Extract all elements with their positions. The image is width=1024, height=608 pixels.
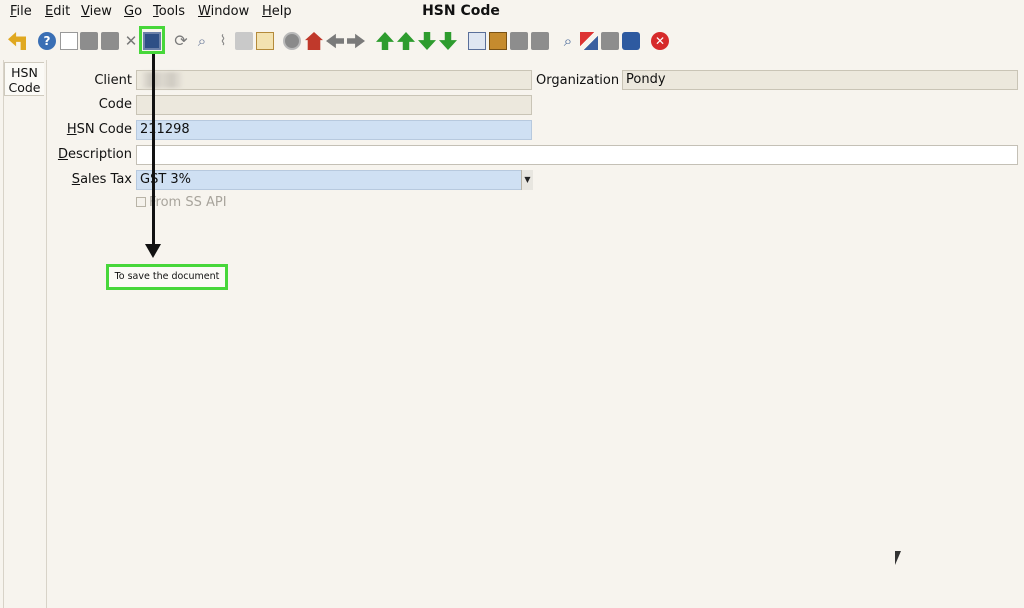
forward-icon[interactable]	[347, 33, 365, 49]
hsn-code-field[interactable]: 211298	[136, 120, 532, 140]
archive-icon[interactable]	[489, 32, 507, 50]
window-title: HSN Code	[422, 3, 500, 19]
print-preview-icon[interactable]	[510, 32, 528, 50]
mouse-cursor-icon	[895, 551, 905, 565]
back-icon[interactable]	[326, 33, 344, 49]
find-icon[interactable]: ⌕	[193, 32, 211, 50]
first-record-icon[interactable]	[376, 32, 394, 50]
hsn-code-label: HSN Code	[66, 122, 132, 137]
previous-record-icon[interactable]	[397, 32, 415, 50]
client-value-redacted	[142, 72, 182, 88]
help-icon[interactable]: ?	[38, 32, 56, 50]
organization-field[interactable]: Pondy	[622, 70, 1018, 90]
last-record-icon[interactable]	[439, 32, 457, 50]
chat-icon[interactable]	[235, 32, 253, 50]
annotation-arrow-line	[152, 54, 155, 246]
new-icon[interactable]	[60, 32, 78, 50]
annotation-tooltip: To save the document	[106, 264, 228, 290]
organization-label: Organization	[536, 73, 620, 88]
history-icon[interactable]	[283, 32, 301, 50]
undo-icon[interactable]	[8, 32, 26, 50]
description-field[interactable]	[136, 145, 1018, 165]
client-label: Client	[94, 73, 132, 88]
home-icon[interactable]	[305, 32, 323, 50]
next-record-icon[interactable]	[418, 32, 436, 50]
requests-icon[interactable]	[601, 32, 619, 50]
menu-bar: File Edit View Go Tools Window Help HSN …	[0, 0, 1024, 24]
product-info-icon[interactable]	[622, 32, 640, 50]
sales-tax-label: Sales Tax	[71, 172, 132, 187]
tab-panel: HSN Code	[0, 60, 47, 608]
description-label: Description	[57, 147, 132, 162]
grid-toggle-icon[interactable]	[256, 32, 274, 50]
zoom-across-icon[interactable]: ⌕	[559, 32, 577, 50]
annotation-arrow-head	[145, 244, 161, 258]
attachment-icon[interactable]: ⌇	[214, 32, 232, 50]
report-icon[interactable]	[468, 32, 486, 50]
code-field[interactable]	[136, 95, 532, 115]
from-ss-api-checkbox[interactable]	[136, 197, 146, 207]
active-workflows-icon[interactable]	[580, 32, 598, 50]
client-field[interactable]	[136, 70, 532, 90]
chevron-down-icon[interactable]: ▼	[521, 170, 533, 190]
save-button-highlight	[139, 26, 165, 54]
tab-hsn-code[interactable]: HSN Code	[4, 62, 44, 96]
delete-selection-icon[interactable]: ✕	[122, 32, 140, 50]
print-icon[interactable]	[531, 32, 549, 50]
exit-icon[interactable]: ✕	[651, 32, 669, 50]
delete-icon[interactable]	[101, 32, 119, 50]
from-ss-api-label: From SS API	[149, 195, 227, 210]
sales-tax-select[interactable]: GST 3%	[136, 170, 532, 190]
code-label: Code	[98, 97, 132, 112]
copy-icon[interactable]	[80, 32, 98, 50]
refresh-icon[interactable]: ⟳	[172, 32, 190, 50]
